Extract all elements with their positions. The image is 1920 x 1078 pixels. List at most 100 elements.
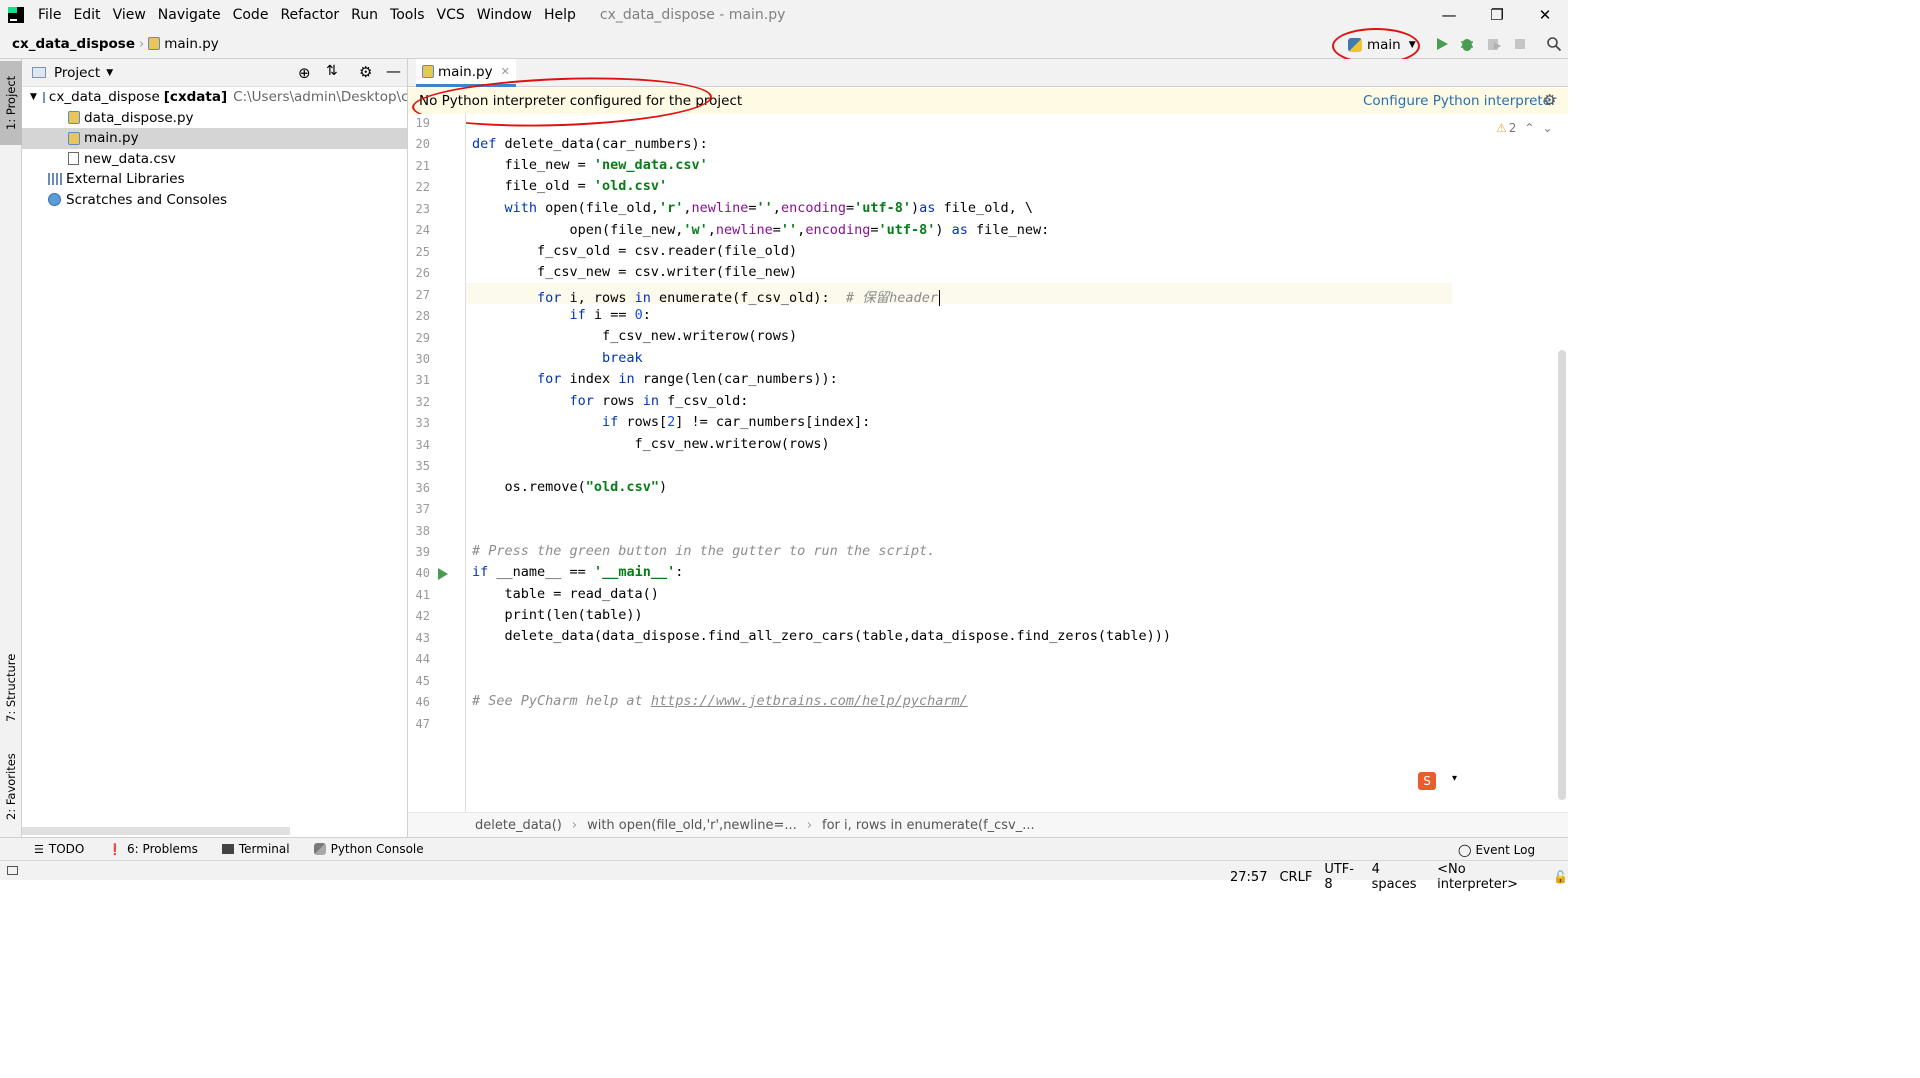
close-icon[interactable]: ✕	[1522, 0, 1568, 30]
menu-window[interactable]: Window	[471, 7, 538, 23]
restore-icon[interactable]: ❐	[1474, 0, 1520, 30]
menu-help[interactable]: Help	[538, 7, 582, 23]
tree-item-external-libraries[interactable]: External Libraries	[22, 169, 407, 190]
line-number: 45	[415, 673, 430, 688]
stop-icon[interactable]	[1512, 36, 1528, 52]
menu-view[interactable]: View	[107, 7, 152, 23]
line-number: 42	[415, 609, 430, 624]
event-log-tool-button[interactable]: ◯ Event Log	[1458, 843, 1535, 857]
menu-navigate[interactable]: Navigate	[152, 7, 227, 23]
line-number: 43	[415, 630, 430, 645]
chevron-down-icon[interactable]: ▼	[30, 92, 37, 102]
breadcrumb-function[interactable]: delete_data()	[475, 818, 562, 833]
window-title: cx_data_dispose - main.py	[599, 7, 786, 23]
run-icon[interactable]	[1434, 36, 1450, 52]
tree-item-project-root[interactable]: ▼ cx_data_dispose [cxdata] C:\Users\admi…	[22, 87, 407, 108]
line-number: 41	[415, 587, 430, 602]
menu-file[interactable]: File	[32, 7, 67, 23]
tree-item-new-data[interactable]: new_data.csv	[22, 149, 407, 170]
python-console-tool-button[interactable]: Python Console	[313, 842, 424, 856]
menu-refactor[interactable]: Refactor	[274, 7, 345, 23]
hide-panel-icon[interactable]: —	[386, 62, 401, 80]
csv-file-icon	[68, 152, 79, 166]
search-icon[interactable]	[1546, 36, 1562, 52]
folder-icon	[42, 91, 45, 103]
minimize-icon[interactable]: —	[1426, 0, 1472, 30]
project-panel: Project ▼ ⊕ ⇅ ⚙ — ▼ cx_data_dispose [cxd…	[22, 59, 408, 837]
tool-tab-structure[interactable]: 7: Structure	[0, 647, 22, 729]
lock-icon[interactable]: 🔓	[1553, 870, 1568, 884]
gear-icon[interactable]: ⚙	[1543, 91, 1556, 109]
toggle-tool-windows-icon[interactable]	[7, 866, 18, 875]
run-gutter-icon[interactable]	[438, 568, 448, 580]
horizontal-scrollbar[interactable]	[22, 827, 290, 835]
chevron-down-icon[interactable]: ▼	[106, 68, 113, 78]
python-file-icon	[422, 65, 434, 78]
line-number: 27	[415, 287, 430, 302]
close-tab-icon[interactable]: ✕	[501, 65, 510, 78]
input-method-icon[interactable]: S	[1418, 772, 1436, 790]
breadcrumb-file[interactable]: main.py	[144, 36, 223, 52]
code-line: open(file_new,'w',newline='',encoding='u…	[472, 222, 1050, 238]
menu-vcs[interactable]: VCS	[431, 7, 471, 23]
warnings-count: 2	[1508, 121, 1517, 135]
locate-icon[interactable]: ⊕	[298, 64, 311, 82]
python-file-icon	[148, 37, 161, 50]
problems-tool-button[interactable]: ❗ 6: Problems	[108, 842, 198, 856]
breadcrumb-for[interactable]: for i, rows in enumerate(f_csv_...	[822, 818, 1035, 833]
status-bar: 27:57 CRLF UTF-8 4 spaces <No interprete…	[0, 860, 1568, 892]
scratches-icon	[48, 193, 61, 207]
code-line: f_csv_old = csv.reader(file_old)	[472, 243, 798, 259]
code-editor[interactable]: def delete_data(car_numbers): file_new =…	[466, 114, 1556, 812]
indent-setting[interactable]: 4 spaces	[1366, 862, 1431, 892]
code-line: if rows[2] != car_numbers[index]:	[602, 414, 871, 430]
code-line: # Press the green button in the gutter t…	[472, 543, 936, 559]
tool-tab-favorites[interactable]: 2: Favorites	[0, 745, 22, 829]
inspection-widget[interactable]: ⚠ 2 ⌃ ⌄	[1496, 121, 1553, 135]
terminal-tool-button[interactable]: Terminal	[221, 842, 290, 856]
configure-interpreter-link[interactable]: Configure Python interpreter	[1363, 93, 1557, 109]
file-encoding[interactable]: UTF-8	[1318, 862, 1365, 892]
interpreter-status[interactable]: <No interpreter>	[1431, 862, 1549, 892]
debug-icon[interactable]	[1459, 36, 1475, 52]
vertical-scrollbar[interactable]	[1558, 350, 1566, 800]
code-line: file_new = 'new_data.csv'	[472, 157, 708, 173]
tree-item-label: new_data.csv	[84, 150, 176, 167]
project-panel-header: Project ▼ ⊕ ⇅ ⚙ —	[22, 59, 407, 87]
problems-icon: ❗	[108, 842, 123, 856]
line-number: 29	[415, 330, 430, 345]
line-number: 26	[415, 266, 430, 281]
project-panel-title[interactable]: Project	[54, 65, 100, 81]
tree-item-scratches[interactable]: Scratches and Consoles	[22, 190, 407, 211]
chevron-down-icon[interactable]: ⌄	[1542, 121, 1552, 135]
event-log-icon: ◯	[1458, 843, 1472, 857]
menu-edit[interactable]: Edit	[67, 7, 106, 23]
tree-item-data-dispose[interactable]: data_dispose.py	[22, 108, 407, 129]
breadcrumb-with[interactable]: with open(file_old,'r',newline=...	[587, 818, 797, 833]
bottom-tool-bar: ☰ TODO ❗ 6: Problems Terminal Python Con…	[0, 837, 1568, 860]
menu-tools[interactable]: Tools	[384, 7, 431, 23]
collapse-all-icon[interactable]: ⇅	[326, 63, 338, 79]
line-number: 28	[415, 309, 430, 324]
tree-item-main[interactable]: main.py	[22, 128, 407, 149]
problems-label: 6: Problems	[127, 842, 198, 856]
caret-position[interactable]: 27:57	[1224, 870, 1273, 885]
tool-tab-favorites-label: 2: Favorites	[4, 753, 18, 821]
line-separator[interactable]: CRLF	[1273, 870, 1318, 885]
line-number: 21	[415, 158, 430, 173]
chevron-up-icon[interactable]: ⌃	[1524, 121, 1534, 135]
code-line: print(len(table))	[472, 607, 643, 623]
python-console-icon	[313, 843, 326, 855]
tool-tab-project[interactable]: 1: Project	[0, 61, 22, 145]
todo-tool-button[interactable]: ☰ TODO	[34, 842, 84, 856]
coverage-icon[interactable]	[1486, 36, 1502, 52]
menu-run[interactable]: Run	[345, 7, 384, 23]
chevron-right-icon: ›	[571, 817, 578, 833]
breadcrumb-project[interactable]: cx_data_dispose	[0, 36, 139, 52]
terminal-icon	[221, 844, 234, 854]
project-path: C:\Users\admin\Desktop\cx_da	[233, 89, 407, 106]
menu-code[interactable]: Code	[227, 7, 275, 23]
pycharm-logo-icon	[8, 7, 24, 23]
gear-icon[interactable]: ⚙	[359, 63, 372, 81]
input-method-menu-icon[interactable]: ▾	[1452, 773, 1457, 784]
